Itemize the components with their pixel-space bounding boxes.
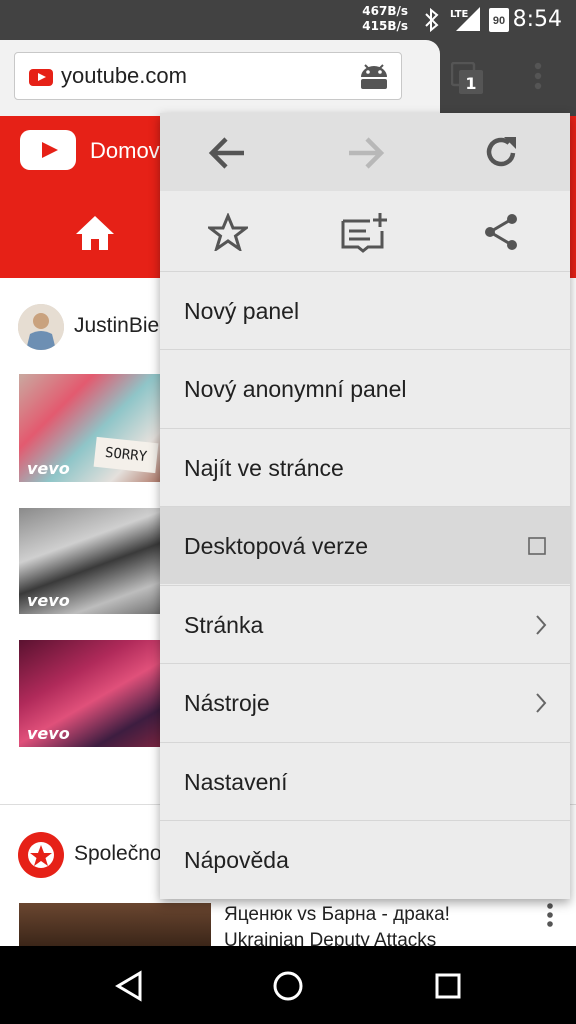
svg-text:1: 1 (465, 74, 476, 93)
svg-text:LTE: LTE (450, 9, 469, 20)
url-text[interactable]: youtube.com (61, 63, 187, 89)
overflow-menu: Nový panel Nový anonymní panel Najít ve … (160, 113, 570, 899)
video-thumbnail[interactable]: vevo (19, 508, 160, 614)
menu-item-new-tab[interactable]: Nový panel (160, 271, 570, 349)
system-navigation-bar (0, 946, 576, 1024)
status-bar: 467B/s 415B/s LTE 90 8:54 (0, 0, 576, 40)
menu-item-help[interactable]: Nápověda (160, 820, 570, 898)
video-more-icon[interactable] (544, 902, 556, 932)
menu-item-page[interactable]: Stránka (160, 585, 570, 663)
network-speed: 467B/s 415B/s (362, 4, 408, 33)
vevo-badge: vevo (27, 591, 70, 610)
recents-icon[interactable] (434, 972, 462, 1000)
menu-item-desktop-site[interactable]: Desktopová verze (160, 506, 570, 584)
menu-navigation-row (160, 113, 570, 191)
android-icon[interactable] (359, 63, 389, 91)
menu-item-settings[interactable]: Nastavení (160, 742, 570, 820)
tab-switcher-button[interactable]: 1 (450, 61, 485, 96)
video-thumbnail[interactable]: vevo (19, 640, 160, 747)
bluetooth-icon (425, 8, 439, 32)
signal-icon: LTE (450, 5, 484, 38)
bookmark-star-icon[interactable] (208, 213, 248, 251)
vevo-badge: vevo (27, 724, 70, 743)
menu-action-row (160, 191, 570, 271)
channel-name[interactable]: JustinBie (74, 314, 159, 338)
sorry-sign: SORRY (93, 436, 159, 474)
home-icon[interactable] (74, 214, 116, 252)
menu-item-tools[interactable]: Nástroje (160, 663, 570, 741)
share-icon[interactable] (482, 213, 520, 251)
back-icon[interactable] (114, 970, 144, 1002)
channel-name[interactable]: Společno (74, 842, 162, 866)
video-thumbnail[interactable] (19, 903, 211, 947)
page-title: Domov (90, 138, 160, 163)
home-button-icon[interactable] (272, 970, 304, 1002)
address-bar[interactable]: youtube.com (14, 52, 402, 100)
checkbox-unchecked-icon[interactable] (528, 537, 546, 555)
channel-avatar[interactable] (18, 832, 64, 878)
back-arrow-icon[interactable] (208, 135, 248, 171)
chevron-right-icon (536, 615, 547, 635)
vevo-badge: vevo (27, 459, 70, 478)
chevron-right-icon (536, 693, 547, 713)
reload-icon[interactable] (482, 133, 520, 171)
clock: 8:54 (512, 7, 562, 32)
youtube-favicon-icon (29, 69, 53, 86)
reading-list-add-icon[interactable] (340, 211, 390, 253)
menu-item-find-in-page[interactable]: Najít ve stránce (160, 428, 570, 506)
forward-arrow-icon[interactable] (345, 135, 385, 171)
battery-icon: 90 (489, 8, 509, 32)
youtube-logo-icon[interactable] (20, 130, 76, 170)
channel-avatar[interactable] (18, 304, 64, 350)
video-thumbnail[interactable]: SORRY vevo (19, 374, 160, 482)
more-options-button[interactable] (528, 60, 548, 96)
menu-item-new-incognito-tab[interactable]: Nový anonymní panel (160, 349, 570, 427)
